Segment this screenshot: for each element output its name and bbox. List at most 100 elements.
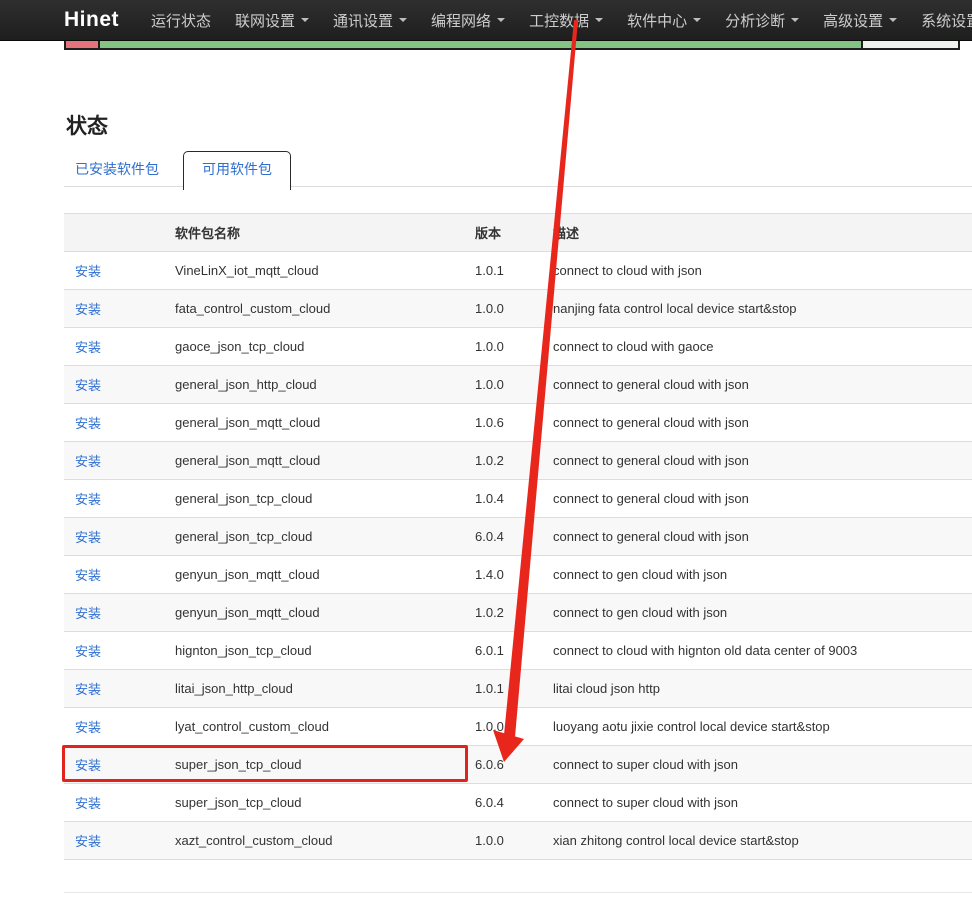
table-body: 安装 VineLinX_iot_mqtt_cloud 1.0.1 connect… (64, 252, 972, 860)
install-link[interactable]: 安装 (75, 606, 101, 621)
package-name: litai_json_http_cloud (167, 670, 467, 708)
package-name: general_json_mqtt_cloud (167, 404, 467, 442)
package-name: super_json_tcp_cloud (167, 746, 467, 784)
nav-item-软件中心[interactable]: 软件中心 (615, 0, 713, 40)
package-name: VineLinX_iot_mqtt_cloud (167, 252, 467, 290)
install-link[interactable]: 安装 (75, 568, 101, 583)
package-version: 1.4.0 (467, 556, 545, 594)
nav-item-label: 系统设置 (921, 10, 972, 31)
tab-installed-packages[interactable]: 已安装软件包 (64, 151, 170, 187)
nav-item-联网设置[interactable]: 联网设置 (223, 0, 321, 40)
table-row: 安装 VineLinX_iot_mqtt_cloud 1.0.1 connect… (64, 252, 972, 290)
package-description: litai cloud json http (545, 670, 972, 708)
brand-logo[interactable]: Hinet (64, 8, 119, 32)
package-description: connect to general cloud with json (545, 480, 972, 518)
package-description: connect to super cloud with json (545, 784, 972, 822)
package-version: 1.0.1 (467, 670, 545, 708)
top-navbar: Hinet 运行状态 联网设置 通讯设置 编程网络 工控数据 软件中心 分析诊断… (0, 0, 972, 41)
install-link[interactable]: 安装 (75, 492, 101, 507)
table-row: 安装 genyun_json_mqtt_cloud 1.0.2 connect … (64, 594, 972, 632)
nav-item-运行状态[interactable]: 运行状态 (139, 0, 223, 40)
package-version: 1.0.0 (467, 290, 545, 328)
install-link[interactable]: 安装 (75, 834, 101, 849)
install-link[interactable]: 安装 (75, 720, 101, 735)
install-link[interactable]: 安装 (75, 416, 101, 431)
table-header-row: 软件包名称 版本 描述 (64, 214, 972, 252)
nav-item-工控数据[interactable]: 工控数据 (517, 0, 615, 40)
package-version: 6.0.6 (467, 746, 545, 784)
page: Hinet 运行状态 联网设置 通讯设置 编程网络 工控数据 软件中心 分析诊断… (0, 0, 972, 903)
tab-available-packages[interactable]: 可用软件包 (183, 151, 291, 190)
package-description: connect to general cloud with json (545, 404, 972, 442)
package-name: super_json_tcp_cloud (167, 784, 467, 822)
header-action (64, 214, 167, 252)
install-link[interactable]: 安装 (75, 264, 101, 279)
install-link[interactable]: 安装 (75, 758, 101, 773)
package-version: 1.0.4 (467, 480, 545, 518)
package-name: hignton_json_tcp_cloud (167, 632, 467, 670)
package-version: 1.0.0 (467, 708, 545, 746)
package-version: 1.0.0 (467, 822, 545, 860)
table-row: 安装 general_json_tcp_cloud 1.0.4 connect … (64, 480, 972, 518)
nav-item-分析诊断[interactable]: 分析诊断 (713, 0, 811, 40)
install-link[interactable]: 安装 (75, 530, 101, 545)
package-description: nanjing fata control local device start&… (545, 290, 972, 328)
package-name: general_json_mqtt_cloud (167, 442, 467, 480)
caret-down-icon (791, 18, 799, 22)
table-row: 安装 general_json_mqtt_cloud 1.0.2 connect… (64, 442, 972, 480)
nav-item-label: 工控数据 (529, 10, 589, 31)
package-description: connect to cloud with json (545, 252, 972, 290)
install-link[interactable]: 安装 (75, 796, 101, 811)
nav-item-高级设置[interactable]: 高级设置 (811, 0, 909, 40)
install-link[interactable]: 安装 (75, 378, 101, 393)
package-version: 1.0.0 (467, 366, 545, 404)
package-version: 6.0.4 (467, 784, 545, 822)
nav-item-label: 运行状态 (151, 10, 211, 31)
nav-item-label: 软件中心 (627, 10, 687, 31)
package-version: 6.0.4 (467, 518, 545, 556)
package-description: connect to general cloud with json (545, 518, 972, 556)
install-link[interactable]: 安装 (75, 340, 101, 355)
package-name: genyun_json_mqtt_cloud (167, 594, 467, 632)
package-name: general_json_http_cloud (167, 366, 467, 404)
nav-item-label: 编程网络 (431, 10, 491, 31)
package-version: 1.0.1 (467, 252, 545, 290)
install-link[interactable]: 安装 (75, 682, 101, 697)
package-name: gaoce_json_tcp_cloud (167, 328, 467, 366)
caret-down-icon (595, 18, 603, 22)
package-name: xazt_control_custom_cloud (167, 822, 467, 860)
nav-item-label: 联网设置 (235, 10, 295, 31)
nav-item-编程网络[interactable]: 编程网络 (419, 0, 517, 40)
bottom-divider (64, 892, 972, 893)
package-name: general_json_tcp_cloud (167, 518, 467, 556)
package-version: 1.0.2 (467, 442, 545, 480)
nav-item-系统设置[interactable]: 系统设置 (909, 0, 972, 40)
install-link[interactable]: 安装 (75, 454, 101, 469)
package-version: 1.0.6 (467, 404, 545, 442)
header-version: 版本 (467, 214, 545, 252)
install-link[interactable]: 安装 (75, 644, 101, 659)
navbar-menu: 运行状态 联网设置 通讯设置 编程网络 工控数据 软件中心 分析诊断 高级设置 … (139, 0, 972, 40)
package-name: lyat_control_custom_cloud (167, 708, 467, 746)
caret-down-icon (693, 18, 701, 22)
table-row: 安装 gaoce_json_tcp_cloud 1.0.0 connect to… (64, 328, 972, 366)
install-link[interactable]: 安装 (75, 302, 101, 317)
package-name: genyun_json_mqtt_cloud (167, 556, 467, 594)
table-row: 安装 fata_control_custom_cloud 1.0.0 nanji… (64, 290, 972, 328)
nav-item-通讯设置[interactable]: 通讯设置 (321, 0, 419, 40)
header-description: 描述 (545, 214, 972, 252)
package-version: 6.0.1 (467, 632, 545, 670)
nav-item-label: 高级设置 (823, 10, 883, 31)
package-name: general_json_tcp_cloud (167, 480, 467, 518)
package-description: connect to gen cloud with json (545, 556, 972, 594)
nav-item-label: 通讯设置 (333, 10, 393, 31)
table-row: 安装 lyat_control_custom_cloud 1.0.0 luoya… (64, 708, 972, 746)
package-description: connect to general cloud with json (545, 442, 972, 480)
package-description: connect to gen cloud with json (545, 594, 972, 632)
table-row: 安装 general_json_tcp_cloud 6.0.4 connect … (64, 518, 972, 556)
package-description: connect to super cloud with json (545, 746, 972, 784)
table-row: 安装 general_json_mqtt_cloud 1.0.6 connect… (64, 404, 972, 442)
table-row: 安装 genyun_json_mqtt_cloud 1.4.0 connect … (64, 556, 972, 594)
package-description: luoyang aotu jixie control local device … (545, 708, 972, 746)
table-row-highlighted: 安装 super_json_tcp_cloud 6.0.6 connect to… (64, 746, 972, 784)
